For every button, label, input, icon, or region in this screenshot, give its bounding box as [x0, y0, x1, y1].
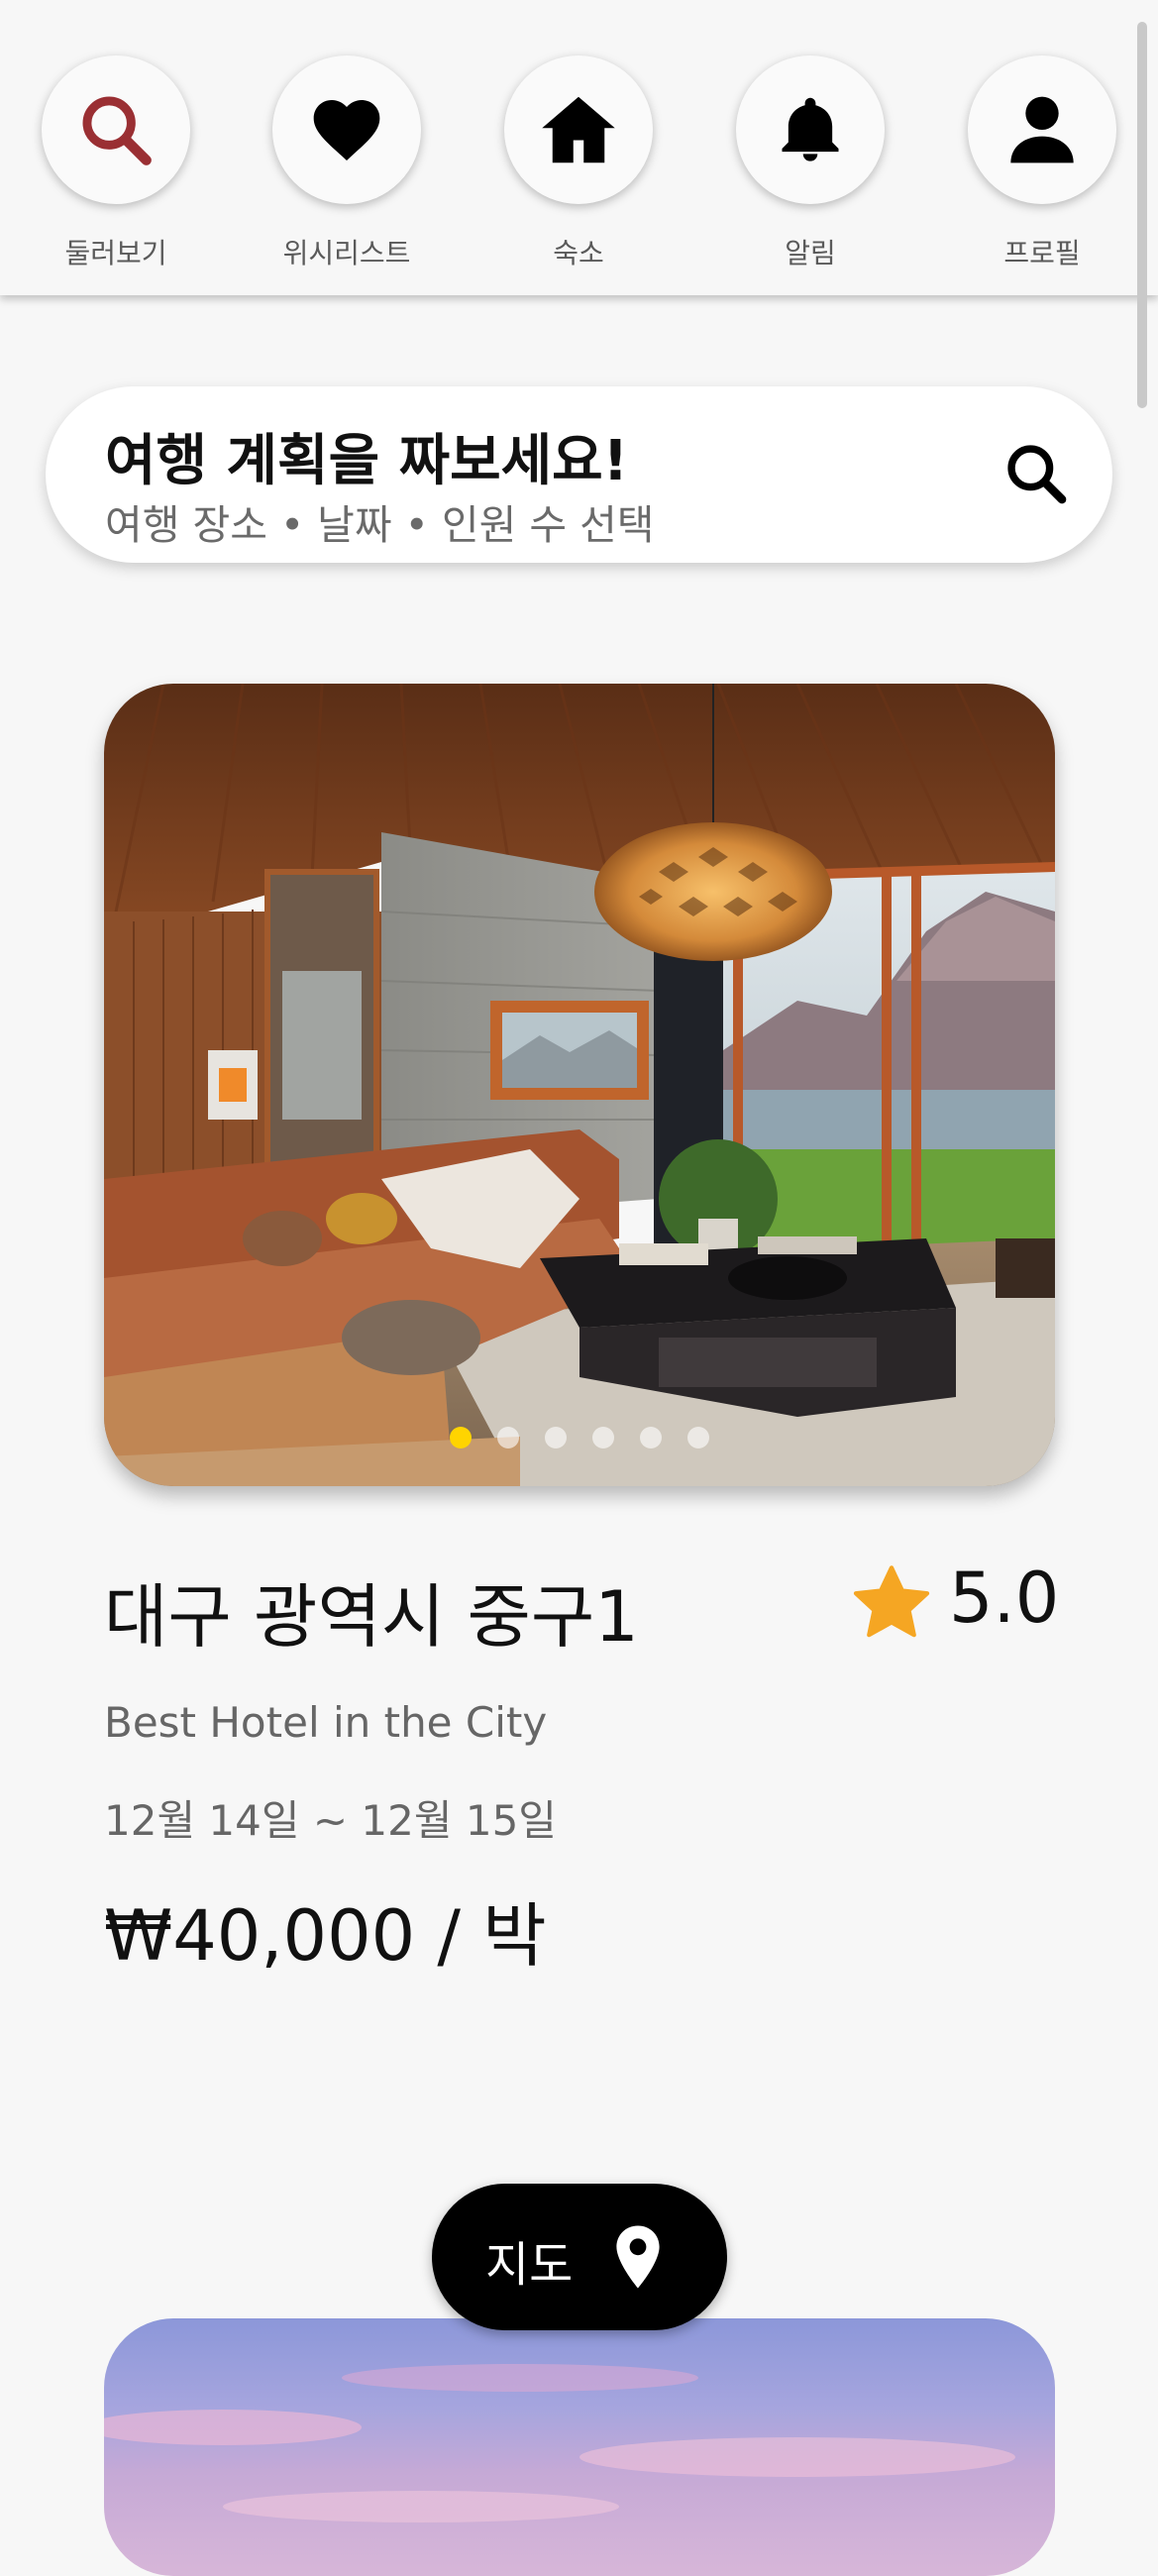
map-pin-icon: [616, 2225, 660, 2289]
home-icon: [542, 96, 615, 163]
map-button-label: 지도: [485, 2237, 574, 2293]
listing-price: ₩40,000 / 박: [104, 1895, 547, 1977]
carousel-dot[interactable]: [497, 1427, 519, 1449]
top-nav-bar: 둘러보기 위시리스트 숙소 알림 프로필: [0, 0, 1158, 295]
listing-title[interactable]: 대구 광역시 중구1: [104, 1561, 639, 1662]
carousel-dot[interactable]: [450, 1427, 472, 1449]
listing-photo-carousel[interactable]: [104, 684, 1055, 1486]
listing-photo: [104, 684, 1055, 1486]
listing-description: Best Hotel in the City: [104, 1698, 548, 1747]
trip-search-bar[interactable]: 여행 계획을 짜보세요! 여행 장소 • 날짜 • 인원 수 선택: [46, 386, 1112, 563]
next-listing-photo[interactable]: [104, 2318, 1055, 2576]
rating-value: 5.0: [949, 1557, 1060, 1639]
carousel-dot[interactable]: [687, 1427, 709, 1449]
carousel-dot[interactable]: [545, 1427, 567, 1449]
nav-explore-button[interactable]: [42, 55, 190, 204]
search-icon: [82, 96, 152, 165]
carousel-dots: [104, 1427, 1055, 1449]
nav-stays-button[interactable]: [504, 55, 653, 204]
nav-label-stays: 숙소: [553, 237, 604, 269]
carousel-dot[interactable]: [640, 1427, 662, 1449]
nav-profile-button[interactable]: [968, 55, 1116, 204]
search-icon: [1007, 445, 1067, 504]
search-subtitle: 여행 장소 • 날짜 • 인원 수 선택: [105, 501, 655, 549]
bell-icon: [782, 97, 839, 161]
nav-notifications-button[interactable]: [736, 55, 885, 204]
search-title: 여행 계획을 짜보세요!: [105, 429, 629, 493]
nav-label-notifications: 알림: [785, 237, 836, 269]
nav-label-wishlist: 위시리스트: [282, 237, 411, 269]
listing-rating: 5.0: [850, 1557, 1060, 1647]
scrollbar-thumb[interactable]: [1137, 22, 1147, 408]
heart-icon: [313, 100, 380, 161]
map-button[interactable]: 지도: [432, 2184, 727, 2330]
search-button[interactable]: [987, 424, 1086, 523]
nav-label-explore: 둘러보기: [64, 237, 167, 269]
person-icon: [1010, 96, 1074, 163]
star-icon: [853, 1565, 930, 1638]
listing-dates: 12월 14일 ~ 12월 15일: [104, 1796, 557, 1845]
nav-label-profile: 프로필: [1003, 237, 1081, 269]
sky-photo: [104, 2364, 1015, 2522]
carousel-dot[interactable]: [592, 1427, 614, 1449]
nav-wishlist-button[interactable]: [272, 55, 421, 204]
